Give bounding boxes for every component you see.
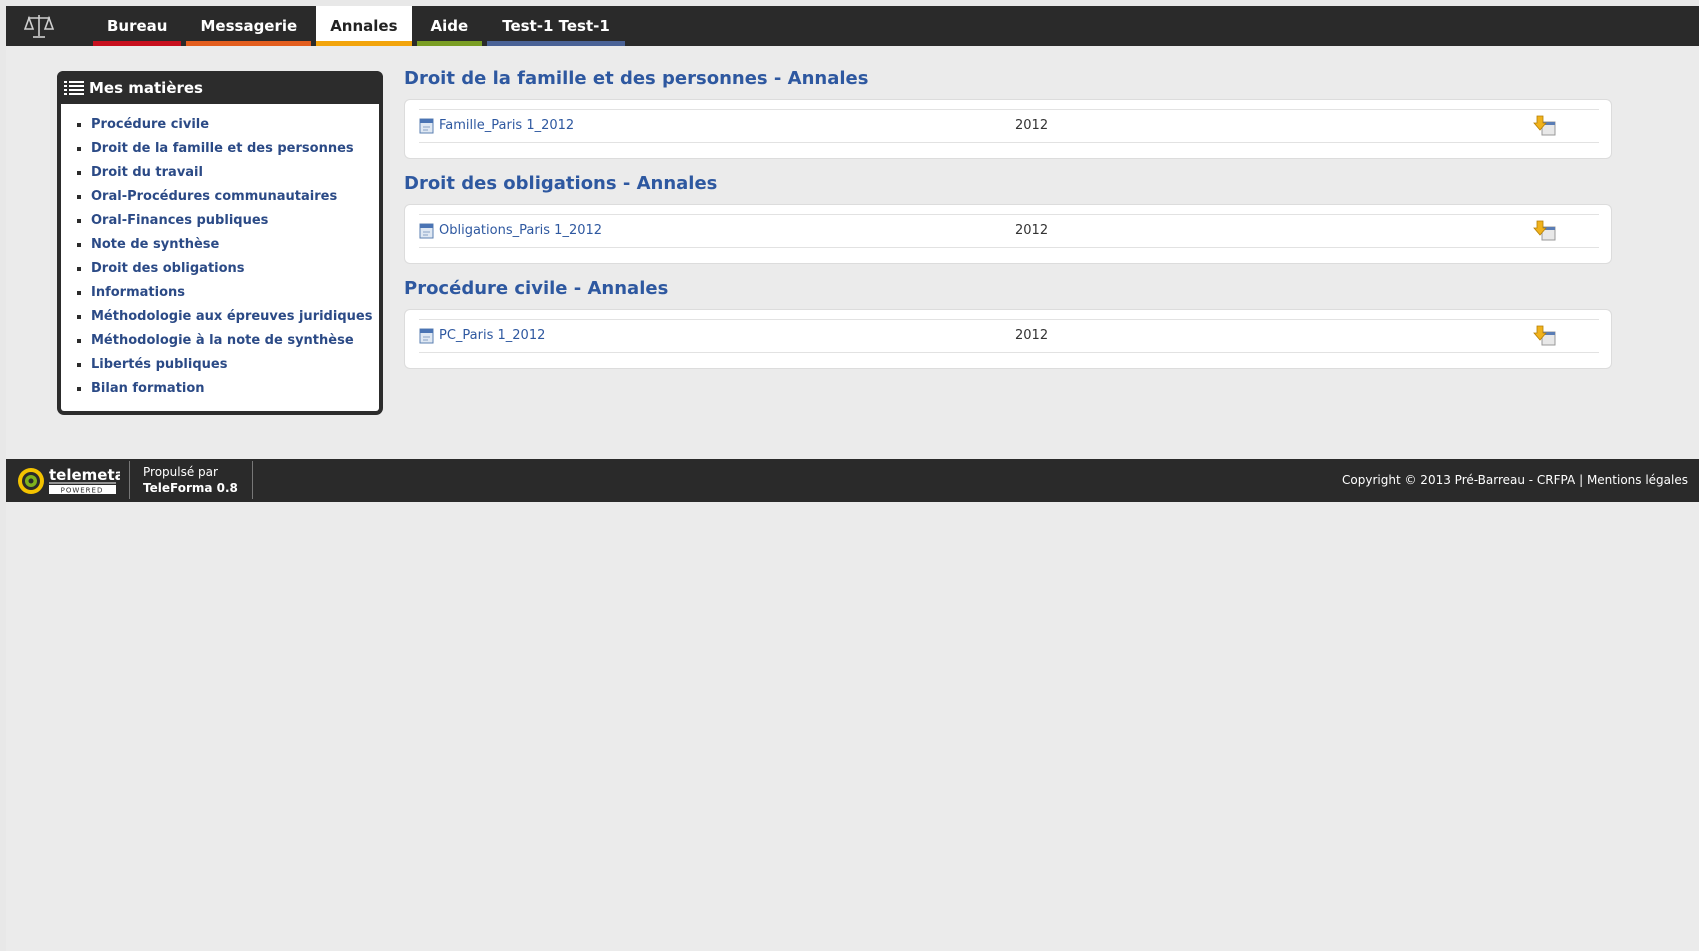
document-icon bbox=[419, 328, 434, 344]
document-link[interactable]: Obligations_Paris 1_2012 bbox=[439, 223, 602, 238]
tab-color-bar bbox=[93, 41, 182, 46]
sidebar-item-methodologie-note[interactable]: Méthodologie à la note de synthèse bbox=[76, 329, 379, 353]
tab-label: Messagerie bbox=[200, 17, 298, 35]
annales-card-obligations: Obligations_Paris 1_2012 2012 bbox=[404, 204, 1612, 264]
sidebar-item-label: Méthodologie à la note de synthèse bbox=[91, 333, 354, 348]
logo-subtext: POWERED bbox=[61, 487, 104, 495]
sidebar-item-label: Droit du travail bbox=[91, 165, 203, 180]
sidebar-subjects: Mes matières Procédure civile Droit de l… bbox=[57, 71, 383, 415]
document-link[interactable]: Famille_Paris 1_2012 bbox=[439, 118, 574, 133]
document-year: 2012 bbox=[1015, 223, 1049, 238]
document-icon bbox=[419, 223, 434, 239]
sidebar-header: Mes matières bbox=[57, 71, 383, 104]
copyright-text: Copyright © 2013 Pré-Barreau - CRFPA bbox=[1342, 473, 1576, 487]
tab-aide[interactable]: Aide bbox=[416, 6, 483, 46]
footer-divider bbox=[252, 461, 253, 499]
tab-label: Aide bbox=[430, 17, 469, 35]
footer: telemeta POWERED Propulsé par TeleForma … bbox=[6, 459, 1699, 502]
tab-color-bar bbox=[186, 41, 312, 46]
sidebar-item-oral-procedures[interactable]: Oral-Procédures communautaires bbox=[76, 185, 379, 209]
sidebar-item-procedure-civile[interactable]: Procédure civile bbox=[76, 113, 379, 137]
scales-logo-icon[interactable] bbox=[24, 12, 54, 40]
sidebar-item-label: Oral-Procédures communautaires bbox=[91, 189, 338, 204]
tab-color-bar bbox=[487, 41, 625, 46]
sidebar-item-libertes-publiques[interactable]: Libertés publiques bbox=[76, 353, 379, 377]
bullet bbox=[77, 267, 81, 271]
bullet bbox=[77, 387, 81, 391]
download-icon[interactable] bbox=[1533, 115, 1557, 137]
bullet bbox=[77, 147, 81, 151]
sidebar-item-label: Méthodologie aux épreuves juridiques bbox=[91, 309, 373, 324]
bullet bbox=[77, 195, 81, 199]
powered-label: Propulsé par bbox=[143, 465, 218, 479]
sidebar-item-label: Procédure civile bbox=[91, 117, 210, 132]
footer-divider bbox=[129, 461, 130, 499]
download-icon[interactable] bbox=[1533, 220, 1557, 242]
section-title-obligations: Droit des obligations - Annales bbox=[404, 173, 718, 194]
subject-list: Procédure civile Droit de la famille et … bbox=[61, 104, 379, 401]
download-icon[interactable] bbox=[1533, 325, 1557, 347]
powered-product: TeleForma 0.8 bbox=[143, 481, 238, 495]
tab-label: Bureau bbox=[107, 17, 168, 35]
legal-notice-link[interactable]: Mentions légales bbox=[1587, 473, 1688, 487]
bullet bbox=[77, 339, 81, 343]
bullet bbox=[77, 243, 81, 247]
annales-card-famille: Famille_Paris 1_2012 2012 bbox=[404, 99, 1612, 159]
bullet bbox=[77, 315, 81, 319]
tab-color-bar bbox=[416, 41, 483, 46]
tab-label: Test-1 Test-1 bbox=[502, 17, 610, 35]
sidebar-item-informations[interactable]: Informations bbox=[76, 281, 379, 305]
section-title-famille: Droit de la famille et des personnes - A… bbox=[404, 68, 869, 89]
tab-annales[interactable]: Annales bbox=[316, 6, 412, 46]
sidebar-item-label: Informations bbox=[91, 285, 186, 300]
sidebar-item-droit-travail[interactable]: Droit du travail bbox=[76, 161, 379, 185]
table-row: Obligations_Paris 1_2012 2012 bbox=[419, 214, 1599, 248]
page: Bureau Messagerie Annales Aide Test-1 Te… bbox=[6, 6, 1699, 951]
powered-by: Propulsé par TeleForma 0.8 bbox=[143, 464, 238, 496]
bullet bbox=[77, 363, 81, 367]
tab-label: Annales bbox=[330, 17, 398, 35]
bullet bbox=[77, 219, 81, 223]
bullet bbox=[77, 171, 81, 175]
document-icon bbox=[419, 118, 434, 134]
sidebar-item-label: Droit de la famille et des personnes bbox=[91, 141, 354, 156]
table-row: Famille_Paris 1_2012 2012 bbox=[419, 109, 1599, 143]
tab-messagerie[interactable]: Messagerie bbox=[186, 6, 312, 46]
bullet bbox=[77, 123, 81, 127]
sidebar-item-label: Note de synthèse bbox=[91, 237, 220, 252]
list-icon bbox=[64, 80, 84, 95]
sidebar-item-oral-finances[interactable]: Oral-Finances publiques bbox=[76, 209, 379, 233]
sidebar-item-note-synthese[interactable]: Note de synthèse bbox=[76, 233, 379, 257]
copyright-separator: | bbox=[1579, 473, 1584, 487]
sidebar-item-label: Oral-Finances publiques bbox=[91, 213, 269, 228]
sidebar-title: Mes matières bbox=[89, 78, 203, 97]
document-year: 2012 bbox=[1015, 328, 1049, 343]
sidebar-item-label: Droit des obligations bbox=[91, 261, 245, 276]
tab-bureau[interactable]: Bureau bbox=[93, 6, 182, 46]
annales-card-procedure-civile: PC_Paris 1_2012 2012 bbox=[404, 309, 1612, 369]
sidebar-item-label: Libertés publiques bbox=[91, 357, 228, 372]
document-year: 2012 bbox=[1015, 118, 1049, 133]
tab-color-bar bbox=[316, 41, 412, 46]
sidebar-item-methodologie-epreuves[interactable]: Méthodologie aux épreuves juridiques bbox=[76, 305, 379, 329]
sidebar-item-droit-obligations[interactable]: Droit des obligations bbox=[76, 257, 379, 281]
top-nav-bar: Bureau Messagerie Annales Aide Test-1 Te… bbox=[6, 6, 1699, 46]
table-row: PC_Paris 1_2012 2012 bbox=[419, 319, 1599, 353]
section-title-procedure-civile: Procédure civile - Annales bbox=[404, 278, 669, 299]
sidebar-item-droit-famille[interactable]: Droit de la famille et des personnes bbox=[76, 137, 379, 161]
document-link[interactable]: PC_Paris 1_2012 bbox=[439, 328, 545, 343]
telemeta-logo[interactable]: telemeta POWERED bbox=[16, 463, 120, 499]
main-nav: Bureau Messagerie Annales Aide Test-1 Te… bbox=[93, 6, 630, 46]
copyright: Copyright © 2013 Pré-Barreau - CRFPA | M… bbox=[1342, 473, 1688, 487]
tab-user-account[interactable]: Test-1 Test-1 bbox=[487, 6, 625, 46]
logo-wordmark: telemeta bbox=[49, 466, 120, 484]
sidebar-item-bilan-formation[interactable]: Bilan formation bbox=[76, 377, 379, 401]
sidebar-item-label: Bilan formation bbox=[91, 381, 205, 396]
bullet bbox=[77, 291, 81, 295]
